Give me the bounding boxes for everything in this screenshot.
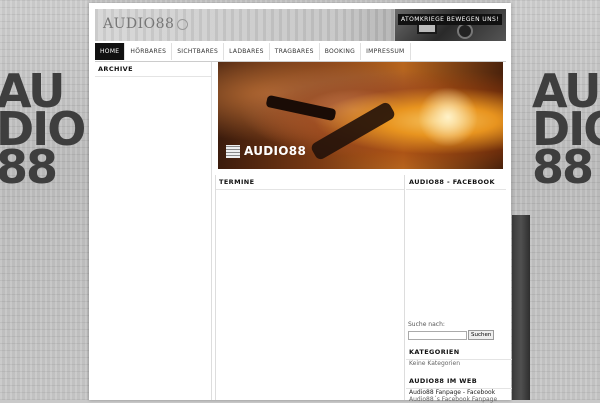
categories-empty-text: Keine Kategorien [409,360,461,367]
main-nav: HOME HÖRBARES SICHTBARES LADBARES TRAGBA… [95,41,506,62]
background-logo-left: AU DIO 88 [0,64,86,194]
left-sidebar: ARCHIVE [95,62,212,400]
site-header: AUDIO88 ATOMKRIEGE BEWEGEN UNS! [95,9,506,41]
web-widget-title: AUDIO88 IM WEB [406,374,512,389]
search-button[interactable]: Suchen [468,330,495,340]
search-label: Suche nach: [408,321,445,328]
logo-box-icon [226,144,240,158]
site-title[interactable]: AUDIO88 [103,16,189,32]
search-input[interactable] [408,331,467,340]
background-logo-right: AU DIO 88 [532,64,600,194]
page-container: AUDIO88 ATOMKRIEGE BEWEGEN UNS! HOME HÖR… [89,3,512,403]
archive-title: ARCHIVE [95,62,211,77]
background-decoration [512,215,530,400]
facebook-fanpage-link[interactable]: Audio88 Fanpage - Facebook [409,389,495,396]
site-tagline: ATOMKRIEGE BEWEGEN UNS! [398,14,502,25]
nav-item-sichtbares[interactable]: SICHTBARES [172,43,225,60]
knob-icon [457,23,473,39]
right-sidebar: AUDIO88 - FACEBOOK Suche nach: Suchen KA… [406,175,512,403]
nav-item-home[interactable]: HOME [95,43,126,60]
facebook-widget-title: AUDIO88 - FACEBOOK [406,175,506,190]
performer-arm [265,94,337,122]
termine-title: TERMINE [216,175,404,190]
nav-item-hoerbares[interactable]: HÖRBARES [125,43,173,60]
nav-item-ladbares[interactable]: LADBARES [224,43,270,60]
nav-item-tragbares[interactable]: TRAGBARES [270,43,320,60]
stage-light [418,87,478,147]
hero-logo-text: AUDIO88 [244,144,307,158]
hero-logo: AUDIO88 [226,144,306,158]
nav-item-impressum[interactable]: IMPRESSUM [361,43,411,60]
hero-banner[interactable]: AUDIO88 [218,62,503,169]
categories-title: KATEGORIEN [406,345,512,360]
nav-item-booking[interactable]: BOOKING [320,43,362,60]
circle-icon [177,18,189,30]
center-column: TERMINE [215,175,405,400]
